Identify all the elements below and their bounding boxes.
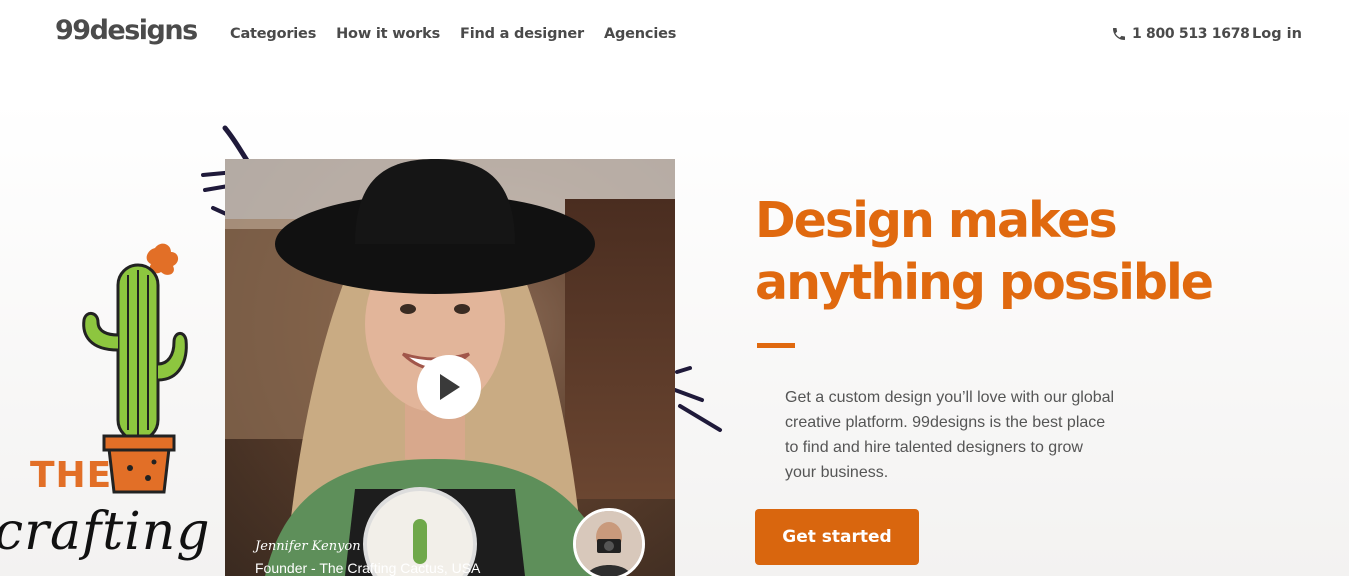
accent-divider <box>757 343 795 348</box>
nav-agencies[interactable]: Agencies <box>604 26 676 42</box>
avatar[interactable] <box>573 508 645 576</box>
main-nav: Categories How it works Find a designer … <box>230 26 696 42</box>
nav-categories[interactable]: Categories <box>230 26 316 42</box>
play-button[interactable] <box>417 355 481 419</box>
nav-find-a-designer[interactable]: Find a designer <box>460 26 584 42</box>
phone-icon <box>1113 28 1125 40</box>
photographer-avatar-icon <box>576 511 642 576</box>
brand-the-text: THE <box>30 455 113 496</box>
headline-line-2: anything possible <box>755 254 1214 311</box>
get-started-button[interactable]: Get started <box>755 509 919 565</box>
site-header: 99designs Categories How it works Find a… <box>0 0 1349 72</box>
hero-description: Get a custom design you’ll love with our… <box>785 389 1115 481</box>
testimonial-role: Founder - The Crafting Cactus, USA <box>255 560 481 576</box>
logo[interactable]: 99designs <box>55 15 198 46</box>
headline-line-1: Design makes <box>755 192 1118 249</box>
hero-headline: Design makes anything possible <box>755 190 1315 314</box>
play-icon <box>440 374 460 400</box>
scribble-right-decoration <box>673 366 722 432</box>
login-link[interactable]: Log in <box>1252 26 1302 42</box>
phone-link[interactable]: 1 800 513 1678 <box>1111 26 1250 42</box>
testimonial-name: Jennifer Kenyon <box>255 539 361 554</box>
nav-how-it-works[interactable]: How it works <box>336 26 440 42</box>
phone-number: 1 800 513 1678 <box>1132 26 1250 42</box>
